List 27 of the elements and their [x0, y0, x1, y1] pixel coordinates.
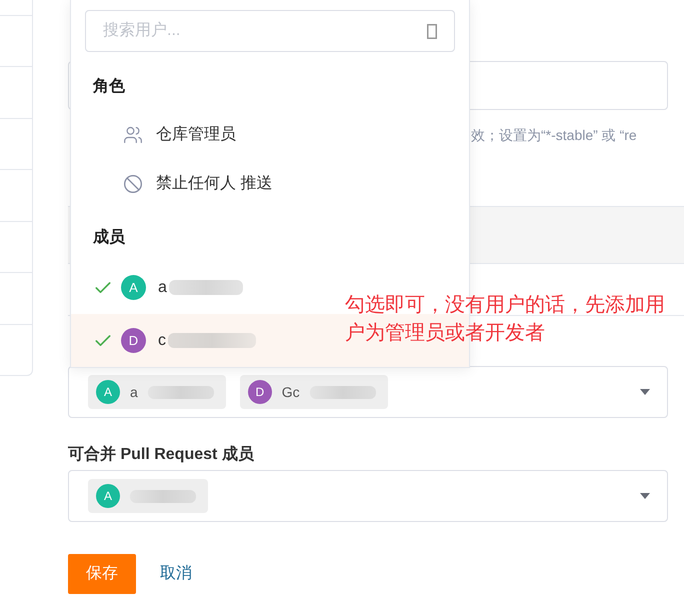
avatar: D [121, 328, 146, 353]
caret-icon [640, 389, 650, 395]
hint-text: 效；设置为“*-stable” 或 “re [471, 126, 637, 145]
blurred-text [148, 386, 214, 398]
search-field[interactable]: 搜索用户... [85, 10, 455, 52]
avatar: D [248, 380, 272, 404]
role-option[interactable]: 禁止任何人 推送 [71, 159, 469, 208]
member-name: Gc [282, 385, 300, 399]
avatar: A [121, 275, 146, 300]
caret-icon [640, 493, 650, 499]
missing-glyph-icon [427, 24, 437, 39]
avatar: A [96, 380, 120, 404]
member-option[interactable]: A a [71, 261, 333, 314]
blurred-text [310, 386, 376, 398]
field-label: 可合并 Pull Request 成员 [68, 445, 254, 465]
section-heading: 角色 [93, 77, 125, 97]
users-icon [123, 124, 143, 144]
member-name: a [130, 385, 138, 399]
cancel-link[interactable]: 取消 [160, 564, 192, 584]
ban-icon [123, 174, 143, 194]
avatar: A [96, 484, 120, 508]
member-option[interactable]: D c [71, 314, 333, 367]
blurred-text [130, 490, 196, 502]
member-select[interactable]: A a D Gc [68, 366, 668, 418]
section-heading: 成员 [93, 228, 125, 248]
annotation-text: 勾选即可，没有用户的话，先添加用户为管理员或者开发者 [345, 293, 666, 346]
role-option[interactable]: 仓库管理员 [71, 110, 469, 159]
